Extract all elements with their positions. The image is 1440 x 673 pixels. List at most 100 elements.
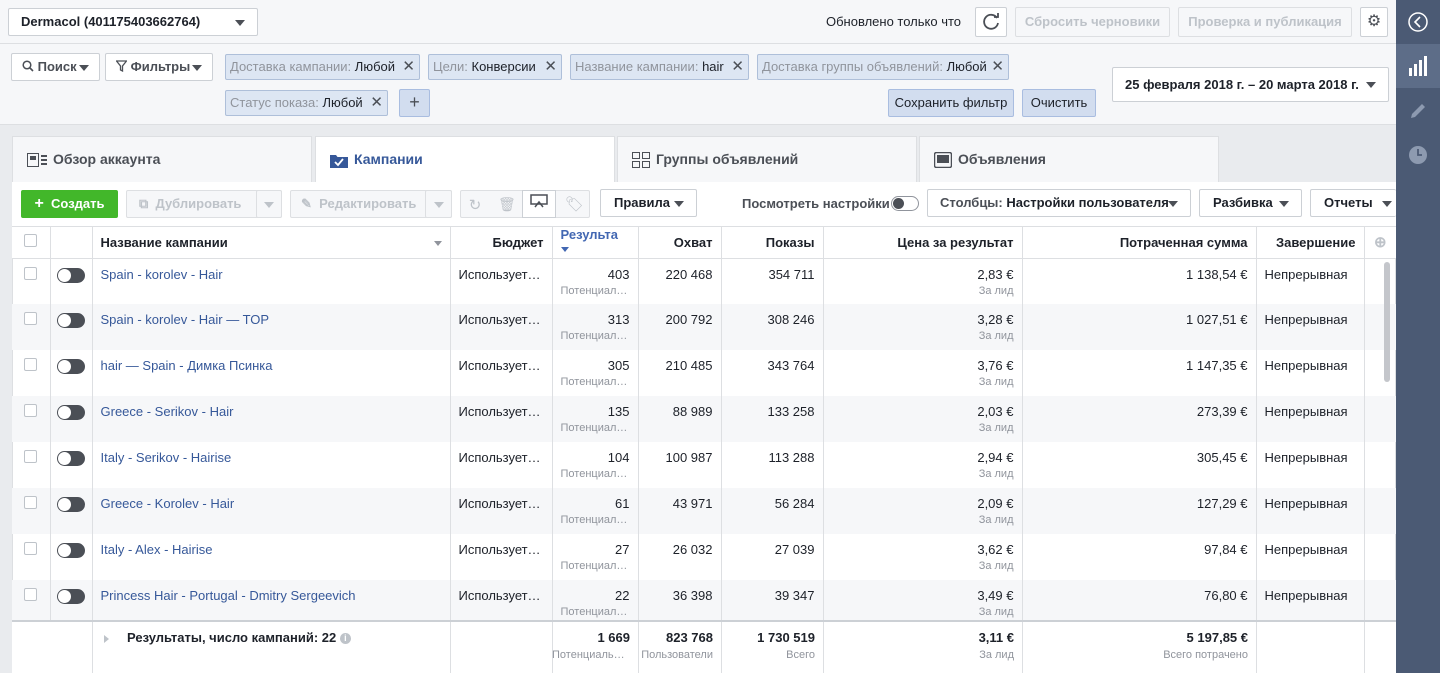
campaign-on-off-toggle[interactable] <box>57 497 85 512</box>
date-range-picker[interactable]: 25 февраля 2018 г. – 20 марта 2018 г. <box>1112 67 1389 102</box>
table-row[interactable]: Greece - Serikov - Hair Используется бюдж… <box>12 396 1396 442</box>
table-row[interactable]: Italy - Alex - Hairise Используется бюдже… <box>12 534 1396 580</box>
save-filter-button[interactable]: Сохранить фильтр <box>888 89 1014 117</box>
budget-value: Используется бюджет <box>458 404 544 419</box>
charts-button[interactable] <box>1396 44 1440 88</box>
gear-icon[interactable]: ⚙ <box>1360 7 1388 37</box>
toggle-header <box>50 227 93 259</box>
create-button[interactable]: + Создать <box>21 190 118 218</box>
campaign-on-off-toggle[interactable] <box>57 313 85 328</box>
col-campaign-name[interactable]: Название кампании <box>92 227 451 259</box>
col-amount-spent[interactable]: Потраченная сумма <box>1022 227 1257 259</box>
table-row[interactable]: Italy - Serikov - Hairise Используется бю… <box>12 442 1396 488</box>
clock-icon <box>1409 146 1427 164</box>
table-row[interactable]: Greece - Korolev - Hair Используется бюдж… <box>12 488 1396 534</box>
filter-chip-adset-delivery[interactable]: Доставка группы объявлений: Любой ✕ <box>757 54 1009 80</box>
campaign-on-off-toggle[interactable] <box>57 589 85 604</box>
close-icon[interactable]: ✕ <box>402 55 415 79</box>
col-reach[interactable]: Охват <box>638 227 722 259</box>
row-checkbox[interactable] <box>24 496 38 509</box>
col-results[interactable]: Результа <box>552 227 639 259</box>
row-checkbox[interactable] <box>24 588 38 601</box>
close-icon[interactable]: ✕ <box>731 55 744 79</box>
add-filter-button[interactable]: + <box>399 89 430 117</box>
add-column-icon[interactable]: ⊕ <box>1364 227 1396 259</box>
campaign-name-link[interactable]: Spain - korolev - Hair <box>101 267 223 282</box>
select-all-checkbox[interactable] <box>24 234 38 248</box>
row-checkbox[interactable] <box>24 358 38 371</box>
table-row[interactable]: hair — Spain - Димка Псинка Используется … <box>12 350 1396 396</box>
row-toggle-cell <box>50 396 93 442</box>
chevron-down-icon <box>674 201 684 207</box>
table-row[interactable]: Spain - korolev - Hair Используется бюдже… <box>12 258 1396 304</box>
row-checkbox[interactable] <box>24 404 38 417</box>
col-impressions[interactable]: Показы <box>721 227 824 259</box>
reports-button[interactable]: Отчеты <box>1310 189 1396 217</box>
campaign-name-link[interactable]: Italy - Serikov - Hairise <box>101 450 232 465</box>
col-budget[interactable]: Бюджет <box>450 227 553 259</box>
filter-chip-campaign-delivery[interactable]: Доставка кампании: Любой ✕ <box>225 54 420 80</box>
campaign-name-link[interactable]: Italy - Alex - Hairise <box>101 542 213 557</box>
refresh-button[interactable] <box>975 7 1007 37</box>
close-icon[interactable]: ✕ <box>544 55 557 79</box>
results-value: 403 <box>607 266 630 282</box>
revert-icon[interactable]: ↻ <box>467 196 483 214</box>
tag-icon[interactable]: 🏷 <box>565 195 584 213</box>
campaign-name-link[interactable]: Princess Hair - Portugal - Dmitry Sergee… <box>101 588 356 603</box>
campaign-name-link[interactable]: Greece - Serikov - Hair <box>101 404 234 419</box>
totals-cost-per-result: 3,11 € За лид <box>823 630 1014 661</box>
campaign-name-link[interactable]: hair — Spain - Димка Псинка <box>101 358 273 373</box>
campaign-name-link[interactable]: Spain - korolev - Hair — TOP <box>101 312 270 327</box>
review-publish-button[interactable]: Проверка и публикация <box>1178 7 1352 37</box>
breakdown-button[interactable]: Разбивка <box>1199 189 1302 217</box>
columns-selector[interactable]: Столбцы: Настройки пользователя <box>927 189 1191 217</box>
campaign-name-link[interactable]: Greece - Korolev - Hair <box>101 496 235 511</box>
col-ends[interactable]: Завершение <box>1256 227 1365 259</box>
collapse-button[interactable] <box>1396 0 1440 44</box>
tab-campaigns[interactable]: Кампании <box>315 136 615 183</box>
tab-ad-sets[interactable]: Группы объявлений <box>617 136 917 182</box>
ab-test-icon[interactable] <box>522 190 556 218</box>
chevron-down-icon <box>1366 82 1376 88</box>
reset-drafts-button[interactable]: Сбросить черновики <box>1015 7 1170 37</box>
close-icon[interactable]: ✕ <box>991 55 1004 79</box>
impressions-cell: 113 288 <box>721 442 824 488</box>
search-button[interactable]: Поиск <box>11 53 100 81</box>
clear-filter-button[interactable]: Очистить <box>1022 89 1096 117</box>
row-checkbox[interactable] <box>24 542 38 555</box>
duplicate-dropdown[interactable] <box>256 190 282 218</box>
header-label: Название кампании <box>100 234 228 250</box>
ends-cell: Непрерывная <box>1256 442 1365 488</box>
close-icon[interactable]: ✕ <box>370 91 383 115</box>
row-checkbox[interactable] <box>24 266 38 280</box>
campaign-on-off-toggle[interactable] <box>57 543 85 558</box>
trash-icon[interactable]: 🗑 <box>498 196 516 212</box>
results-cell: 104 Потенциальные клиенты <box>552 442 639 488</box>
filter-chip-objective[interactable]: Цели: Конверсии ✕ <box>428 54 562 80</box>
edit-dropdown[interactable] <box>425 190 452 218</box>
campaign-on-off-toggle[interactable] <box>57 359 85 374</box>
chevron-down-icon <box>1382 201 1392 207</box>
info-icon[interactable]: i <box>339 633 351 644</box>
campaign-on-off-toggle[interactable] <box>57 451 85 466</box>
row-checkbox[interactable] <box>24 312 38 325</box>
campaign-on-off-toggle[interactable] <box>57 267 85 283</box>
filter-chip-campaign-name[interactable]: Название кампании: hair ✕ <box>570 54 749 80</box>
row-select-cell <box>12 488 51 534</box>
history-button[interactable] <box>1396 133 1440 177</box>
col-cost-per-result[interactable]: Цена за результат <box>823 227 1023 259</box>
table-scrollbar[interactable] <box>1384 262 1390 382</box>
impressions-cell: 354 711 <box>721 258 824 304</box>
tab-account-overview[interactable]: Обзор аккаунта <box>12 136 312 182</box>
filter-chip-delivery-status[interactable]: Статус показа: Любой ✕ <box>225 90 388 116</box>
row-checkbox[interactable] <box>24 450 38 463</box>
expand-icon[interactable] <box>104 635 109 643</box>
filters-button[interactable]: Фильтры <box>105 53 213 81</box>
table-row[interactable]: Spain - korolev - Hair — TOP Используется… <box>12 304 1396 350</box>
rules-button[interactable]: Правила <box>600 189 697 217</box>
edit-panel-button[interactable] <box>1396 89 1440 133</box>
campaign-on-off-toggle[interactable] <box>57 405 85 420</box>
view-settings-toggle[interactable] <box>891 196 919 211</box>
tab-ads[interactable]: Объявления <box>919 136 1219 182</box>
account-selector[interactable]: Dermacol (401175403662764) <box>8 8 258 36</box>
